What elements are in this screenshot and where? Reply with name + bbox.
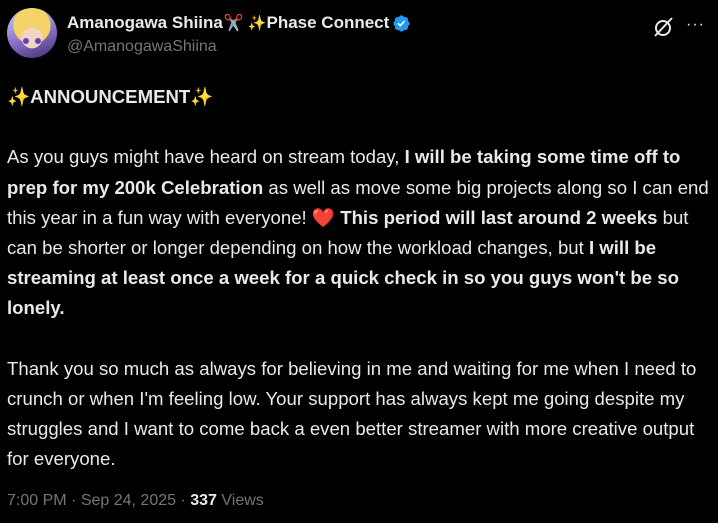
- scissors-emoji: ✂️: [223, 15, 244, 32]
- heart-emoji: ❤️: [311, 206, 336, 228]
- meta-separator: ·: [176, 492, 191, 509]
- heading-text: ANNOUNCEMENT: [30, 86, 191, 107]
- p1-bold-d: This period will last around 2 weeks: [335, 206, 658, 228]
- avatar-eye-left: [23, 38, 29, 44]
- paragraph-1: As you guys might have heard on stream t…: [7, 142, 713, 323]
- sparkle-emoji-left: ✨: [7, 86, 31, 107]
- meta-separator: ·: [66, 492, 81, 509]
- p1-text-a: As you guys might have heard on stream t…: [7, 146, 405, 168]
- author-handle[interactable]: @AmanogawaShiina: [67, 38, 718, 56]
- tweet-time[interactable]: 7:00 PM: [7, 492, 67, 509]
- author-affiliation[interactable]: Phase Connect: [266, 13, 389, 33]
- paragraph-2: Thank you so much as always for believin…: [7, 357, 697, 470]
- tweet-meta: 7:00 PM · Sep 24, 2025 · 337 Views: [7, 492, 264, 510]
- avatar[interactable]: [7, 8, 57, 58]
- views-count: 337: [190, 492, 217, 509]
- more-options-button[interactable]: ···: [686, 16, 708, 36]
- tweet-header: Amanogawa Shiina ✂️ ✨ Phase Connect @Ama…: [67, 12, 718, 62]
- author-name-row[interactable]: Amanogawa Shiina ✂️ ✨ Phase Connect: [67, 12, 718, 34]
- grok-icon[interactable]: [651, 14, 677, 40]
- tweet: Amanogawa Shiina ✂️ ✨ Phase Connect @Ama…: [0, 0, 718, 523]
- sparkle-emoji: ✨: [247, 15, 267, 32]
- sparkle-emoji-right: ✨: [190, 86, 214, 107]
- tweet-date[interactable]: Sep 24, 2025: [81, 492, 176, 509]
- avatar-eye-right: [35, 38, 41, 44]
- verified-badge-icon: [393, 14, 410, 32]
- tweet-text: ✨ANNOUNCEMENT✨ As you guys might have he…: [7, 82, 713, 475]
- views-label: Views: [221, 492, 264, 509]
- announcement-heading: ✨ANNOUNCEMENT✨: [7, 82, 713, 112]
- author-display-name[interactable]: Amanogawa Shiina: [67, 13, 223, 33]
